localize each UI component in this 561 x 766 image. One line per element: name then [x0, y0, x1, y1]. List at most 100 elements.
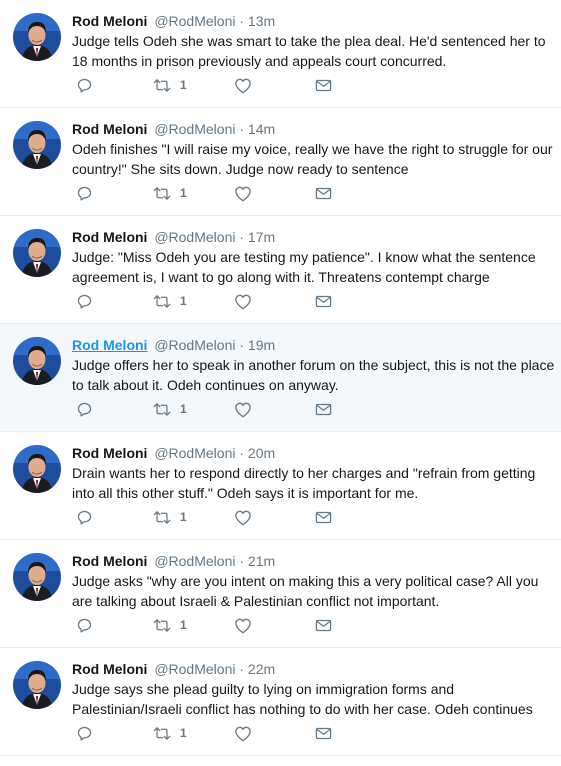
tweet-header: Rod Meloni @RodMeloni · 17m — [72, 228, 275, 246]
reply-button[interactable] — [76, 614, 93, 636]
timestamp[interactable]: 21m — [248, 553, 275, 569]
tweet[interactable]: Rod Meloni @RodMeloni · 13m Judge tells … — [0, 0, 561, 108]
tweet-text: Judge tells Odeh she was smart to take t… — [72, 33, 546, 69]
separator-dot: · — [239, 121, 245, 137]
retweet-button[interactable]: 1 — [152, 182, 187, 204]
heart-icon — [235, 186, 251, 201]
tweet-actions: 1 — [72, 506, 372, 528]
reply-button[interactable] — [76, 74, 93, 96]
reply-icon — [77, 78, 92, 93]
reply-icon — [77, 294, 92, 309]
author-name[interactable]: Rod Meloni — [72, 121, 147, 137]
tweet[interactable]: Rod Meloni @RodMeloni · 17m Judge: "Miss… — [0, 216, 561, 324]
timestamp[interactable]: 13m — [248, 13, 275, 29]
envelope-icon — [315, 727, 332, 739]
author-name[interactable]: Rod Meloni — [72, 661, 147, 677]
timestamp[interactable]: 14m — [248, 121, 275, 137]
like-button[interactable] — [234, 722, 252, 744]
retweet-button[interactable]: 1 — [152, 290, 187, 312]
author-handle[interactable]: @RodMeloni — [154, 121, 235, 137]
tweet-actions: 1 — [72, 398, 372, 420]
author-handle[interactable]: @RodMeloni — [154, 553, 235, 569]
author-name[interactable]: Rod Meloni — [72, 13, 147, 29]
author-handle[interactable]: @RodMeloni — [154, 13, 235, 29]
avatar[interactable] — [13, 661, 61, 709]
reply-button[interactable] — [76, 182, 93, 204]
reply-button[interactable] — [76, 398, 93, 420]
avatar[interactable] — [13, 229, 61, 277]
reply-button[interactable] — [76, 290, 93, 312]
like-button[interactable] — [234, 614, 252, 636]
tweet[interactable]: Rod Meloni @RodMeloni · 20m Drain wants … — [0, 432, 561, 540]
reply-button[interactable] — [76, 506, 93, 528]
direct-message-button[interactable] — [315, 290, 332, 312]
direct-message-button[interactable] — [315, 506, 332, 528]
tweet[interactable]: Rod Meloni @RodMeloni · 14m Odeh finishe… — [0, 108, 561, 216]
retweet-count: 1 — [180, 510, 187, 524]
author-handle[interactable]: @RodMeloni — [154, 229, 235, 245]
tweet[interactable]: Rod Meloni @RodMeloni · 22m Judge says s… — [0, 648, 561, 756]
tweet-header: Rod Meloni @RodMeloni · 19m — [72, 336, 275, 354]
retweet-button[interactable]: 1 — [152, 506, 187, 528]
like-button[interactable] — [234, 74, 252, 96]
retweet-button[interactable]: 1 — [152, 398, 187, 420]
author-name[interactable]: Rod Meloni — [72, 553, 147, 569]
timestamp[interactable]: 20m — [248, 445, 275, 461]
author-name[interactable]: Rod Meloni — [72, 337, 147, 353]
tweet[interactable]: Rod Meloni @RodMeloni · 19m Judge offers… — [0, 324, 561, 432]
retweet-button[interactable]: 1 — [152, 74, 187, 96]
author-name[interactable]: Rod Meloni — [72, 229, 147, 245]
tweet[interactable]: Rod Meloni @RodMeloni · 21m Judge asks "… — [0, 540, 561, 648]
separator-dot: · — [239, 229, 245, 245]
direct-message-button[interactable] — [315, 722, 332, 744]
timestamp[interactable]: 17m — [248, 229, 275, 245]
retweet-icon — [153, 510, 171, 524]
retweet-icon — [153, 78, 171, 92]
tweet-text: Judge says she plead guilty to lying on … — [72, 681, 533, 717]
retweet-count: 1 — [180, 186, 187, 200]
author-handle[interactable]: @RodMeloni — [154, 337, 235, 353]
retweet-icon — [153, 726, 171, 740]
tweet-actions: 1 — [72, 74, 372, 96]
heart-icon — [235, 510, 251, 525]
tweet-header: Rod Meloni @RodMeloni · 22m — [72, 660, 275, 678]
avatar[interactable] — [13, 445, 61, 493]
timestamp[interactable]: 22m — [248, 661, 275, 677]
tweet-header: Rod Meloni @RodMeloni · 21m — [72, 552, 275, 570]
direct-message-button[interactable] — [315, 398, 332, 420]
author-handle[interactable]: @RodMeloni — [154, 661, 235, 677]
retweet-button[interactable]: 1 — [152, 614, 187, 636]
envelope-icon — [315, 295, 332, 307]
tweet-text: Odeh finishes "I will raise my voice, re… — [72, 141, 553, 177]
tweet-header: Rod Meloni @RodMeloni · 13m — [72, 12, 275, 30]
avatar[interactable] — [13, 13, 61, 61]
direct-message-button[interactable] — [315, 74, 332, 96]
heart-icon — [235, 618, 251, 633]
avatar[interactable] — [13, 337, 61, 385]
tweet-text: Drain wants her to respond directly to h… — [72, 465, 536, 501]
author-name[interactable]: Rod Meloni — [72, 445, 147, 461]
avatar[interactable] — [13, 553, 61, 601]
separator-dot: · — [239, 661, 245, 677]
author-handle[interactable]: @RodMeloni — [154, 445, 235, 461]
like-button[interactable] — [234, 506, 252, 528]
heart-icon — [235, 78, 251, 93]
retweet-icon — [153, 618, 171, 632]
direct-message-button[interactable] — [315, 614, 332, 636]
retweet-count: 1 — [180, 618, 187, 632]
reply-button[interactable] — [76, 722, 93, 744]
retweet-button[interactable]: 1 — [152, 722, 187, 744]
tweet-actions: 1 — [72, 614, 372, 636]
envelope-icon — [315, 187, 332, 199]
like-button[interactable] — [234, 398, 252, 420]
retweet-count: 1 — [180, 294, 187, 308]
retweet-icon — [153, 186, 171, 200]
reply-icon — [77, 510, 92, 525]
like-button[interactable] — [234, 182, 252, 204]
timestamp[interactable]: 19m — [248, 337, 275, 353]
direct-message-button[interactable] — [315, 182, 332, 204]
envelope-icon — [315, 511, 332, 523]
avatar[interactable] — [13, 121, 61, 169]
like-button[interactable] — [234, 290, 252, 312]
tweet-actions: 1 — [72, 722, 372, 744]
